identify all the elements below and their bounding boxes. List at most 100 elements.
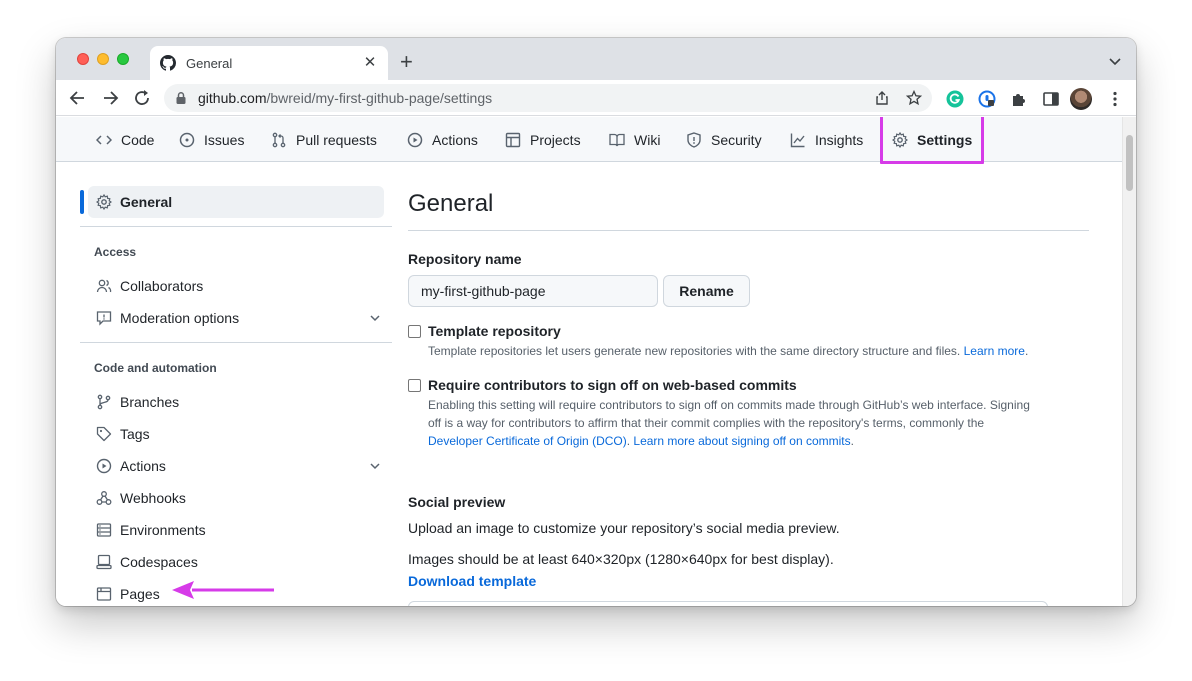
sidebar-item-moderation-options[interactable]: Moderation options [96, 306, 382, 330]
repo-name-input[interactable] [408, 275, 658, 307]
forward-arrow-icon[interactable] [100, 88, 120, 108]
share-icon[interactable] [874, 90, 890, 106]
pull-request-icon [272, 132, 286, 147]
sidebar-item-environments[interactable]: Environments [96, 518, 382, 542]
codespaces-icon [96, 554, 112, 570]
page-content: Code Issues Pull requests Actions Projec… [56, 117, 1122, 606]
tab-insights-label: Insights [815, 131, 864, 148]
browser-tab-general[interactable]: General ✕ [150, 46, 388, 80]
rename-button[interactable]: Rename [663, 275, 750, 307]
new-tab-button[interactable]: + [400, 51, 413, 73]
sidebar-item-label: Collaborators [120, 278, 204, 294]
browser-page-icon [96, 587, 112, 601]
branch-icon [97, 394, 111, 410]
tab-pull-requests-label: Pull requests [296, 131, 377, 148]
sidebar-item-collaborators[interactable]: Collaborators [96, 274, 382, 298]
tab-pull-requests[interactable]: Pull requests [271, 117, 377, 162]
scrollbar-thumb[interactable] [1126, 135, 1133, 191]
tab-security[interactable]: Security [686, 117, 762, 162]
sidebar-item-actions[interactable]: Actions [96, 454, 382, 478]
sidebar-item-webhooks[interactable]: Webhooks [96, 486, 382, 510]
close-tab-icon[interactable]: ✕ [362, 55, 378, 71]
signoff-checkbox[interactable] [408, 379, 421, 392]
template-repository-title: Template repository [428, 323, 561, 339]
url-host: github.com [198, 90, 267, 106]
tab-issues-label: Issues [204, 131, 245, 148]
tab-code[interactable]: Code [96, 117, 154, 162]
sidebar-item-general[interactable]: General [88, 186, 384, 218]
template-desc-period: . [1024, 344, 1029, 358]
tab-wiki-label: Wiki [634, 131, 661, 148]
tab-actions[interactable]: Actions [407, 117, 478, 162]
graph-icon [790, 133, 805, 147]
sidebar-heading-code-automation: Code and automation [94, 361, 217, 375]
issue-icon [179, 132, 195, 147]
tab-projects[interactable]: Projects [505, 117, 581, 162]
grammarly-extension-icon[interactable] [946, 90, 964, 108]
tab-wiki[interactable]: Wiki [609, 117, 660, 162]
template-learn-more-link[interactable]: Learn more [964, 344, 1025, 358]
tab-search-chevron-icon[interactable] [1108, 54, 1122, 68]
tab-security-label: Security [711, 131, 762, 148]
signoff-learn-more-link[interactable]: Learn more about signing off on commits [633, 434, 850, 448]
sidebar-item-codespaces[interactable]: Codespaces [96, 550, 382, 574]
page-scrollbar[interactable] [1122, 117, 1136, 606]
code-icon [96, 134, 112, 145]
repo-name-label: Repository name [408, 251, 522, 267]
sidebar-item-label: Webhooks [120, 490, 186, 506]
actions-play-icon [96, 458, 112, 474]
sidebar-item-label: Moderation options [120, 310, 240, 326]
sidebar-item-branches[interactable]: Branches [96, 390, 382, 414]
selected-indicator [80, 190, 84, 214]
social-preview-text: Upload an image to customize your reposi… [408, 520, 840, 536]
download-template-link[interactable]: Download template [408, 573, 536, 589]
sidebar-item-tags[interactable]: Tags [96, 422, 382, 446]
close-window-button[interactable] [77, 53, 89, 65]
dco-link[interactable]: Developer Certificate of Origin (DCO) [428, 434, 627, 448]
sidebar-divider [80, 226, 392, 227]
address-bar[interactable]: github.com/bwreid/my-first-github-page/s… [164, 84, 932, 112]
annotation-arrow-icon [172, 581, 274, 599]
back-arrow-icon[interactable] [68, 88, 88, 108]
sidebar-item-label: General [120, 194, 173, 210]
signoff-title: Require contributors to sign off on web-… [428, 377, 797, 393]
chevron-down-icon[interactable] [368, 459, 382, 473]
shield-icon [687, 131, 701, 148]
browser-toolbar: github.com/bwreid/my-first-github-page/s… [56, 80, 1136, 116]
gear-icon [96, 194, 112, 210]
signoff-desc-line1: Enabling this setting will require contr… [428, 398, 1030, 412]
tab-projects-label: Projects [530, 131, 581, 148]
template-repository-checkbox[interactable] [408, 325, 421, 338]
maximize-window-button[interactable] [117, 53, 129, 65]
tab-code-label: Code [121, 131, 155, 148]
tab-actions-label: Actions [432, 131, 478, 148]
chevron-down-icon[interactable] [368, 311, 382, 325]
minimize-window-button[interactable] [97, 53, 109, 65]
report-icon [96, 311, 112, 326]
browser-window: General ✕ + github.com/bwreid/my-first-g… [56, 38, 1136, 606]
social-preview-heading: Social preview [408, 494, 506, 510]
tab-strip: General ✕ + [56, 38, 1136, 80]
lock-icon[interactable] [174, 91, 188, 105]
reload-icon[interactable] [132, 88, 152, 108]
signoff-description: Enabling this setting will require contr… [428, 396, 1088, 450]
tab-issues[interactable]: Issues [179, 117, 244, 162]
settings-highlight-box [880, 117, 984, 164]
signoff-desc-line2: off is a way for contributors to affirm … [428, 416, 985, 430]
extensions-puzzle-icon[interactable] [1010, 90, 1028, 108]
tab-insights[interactable]: Insights [790, 117, 863, 162]
repo-nav: Code Issues Pull requests Actions Projec… [56, 117, 1122, 164]
webhook-icon [96, 491, 112, 505]
people-icon [96, 279, 112, 293]
social-preview-image-box[interactable] [408, 601, 1048, 606]
server-icon [96, 523, 112, 537]
bookmark-star-icon[interactable] [906, 90, 922, 106]
side-panel-icon[interactable] [1042, 90, 1060, 108]
tag-icon [96, 426, 112, 442]
sidebar-item-label: Codespaces [120, 554, 198, 570]
template-desc-text: Template repositories let users generate… [428, 344, 961, 358]
password-manager-extension-icon[interactable] [978, 90, 996, 108]
profile-avatar[interactable] [1070, 88, 1092, 110]
browser-menu-kebab-icon[interactable] [1106, 90, 1124, 108]
sidebar-item-label: Tags [120, 426, 150, 442]
